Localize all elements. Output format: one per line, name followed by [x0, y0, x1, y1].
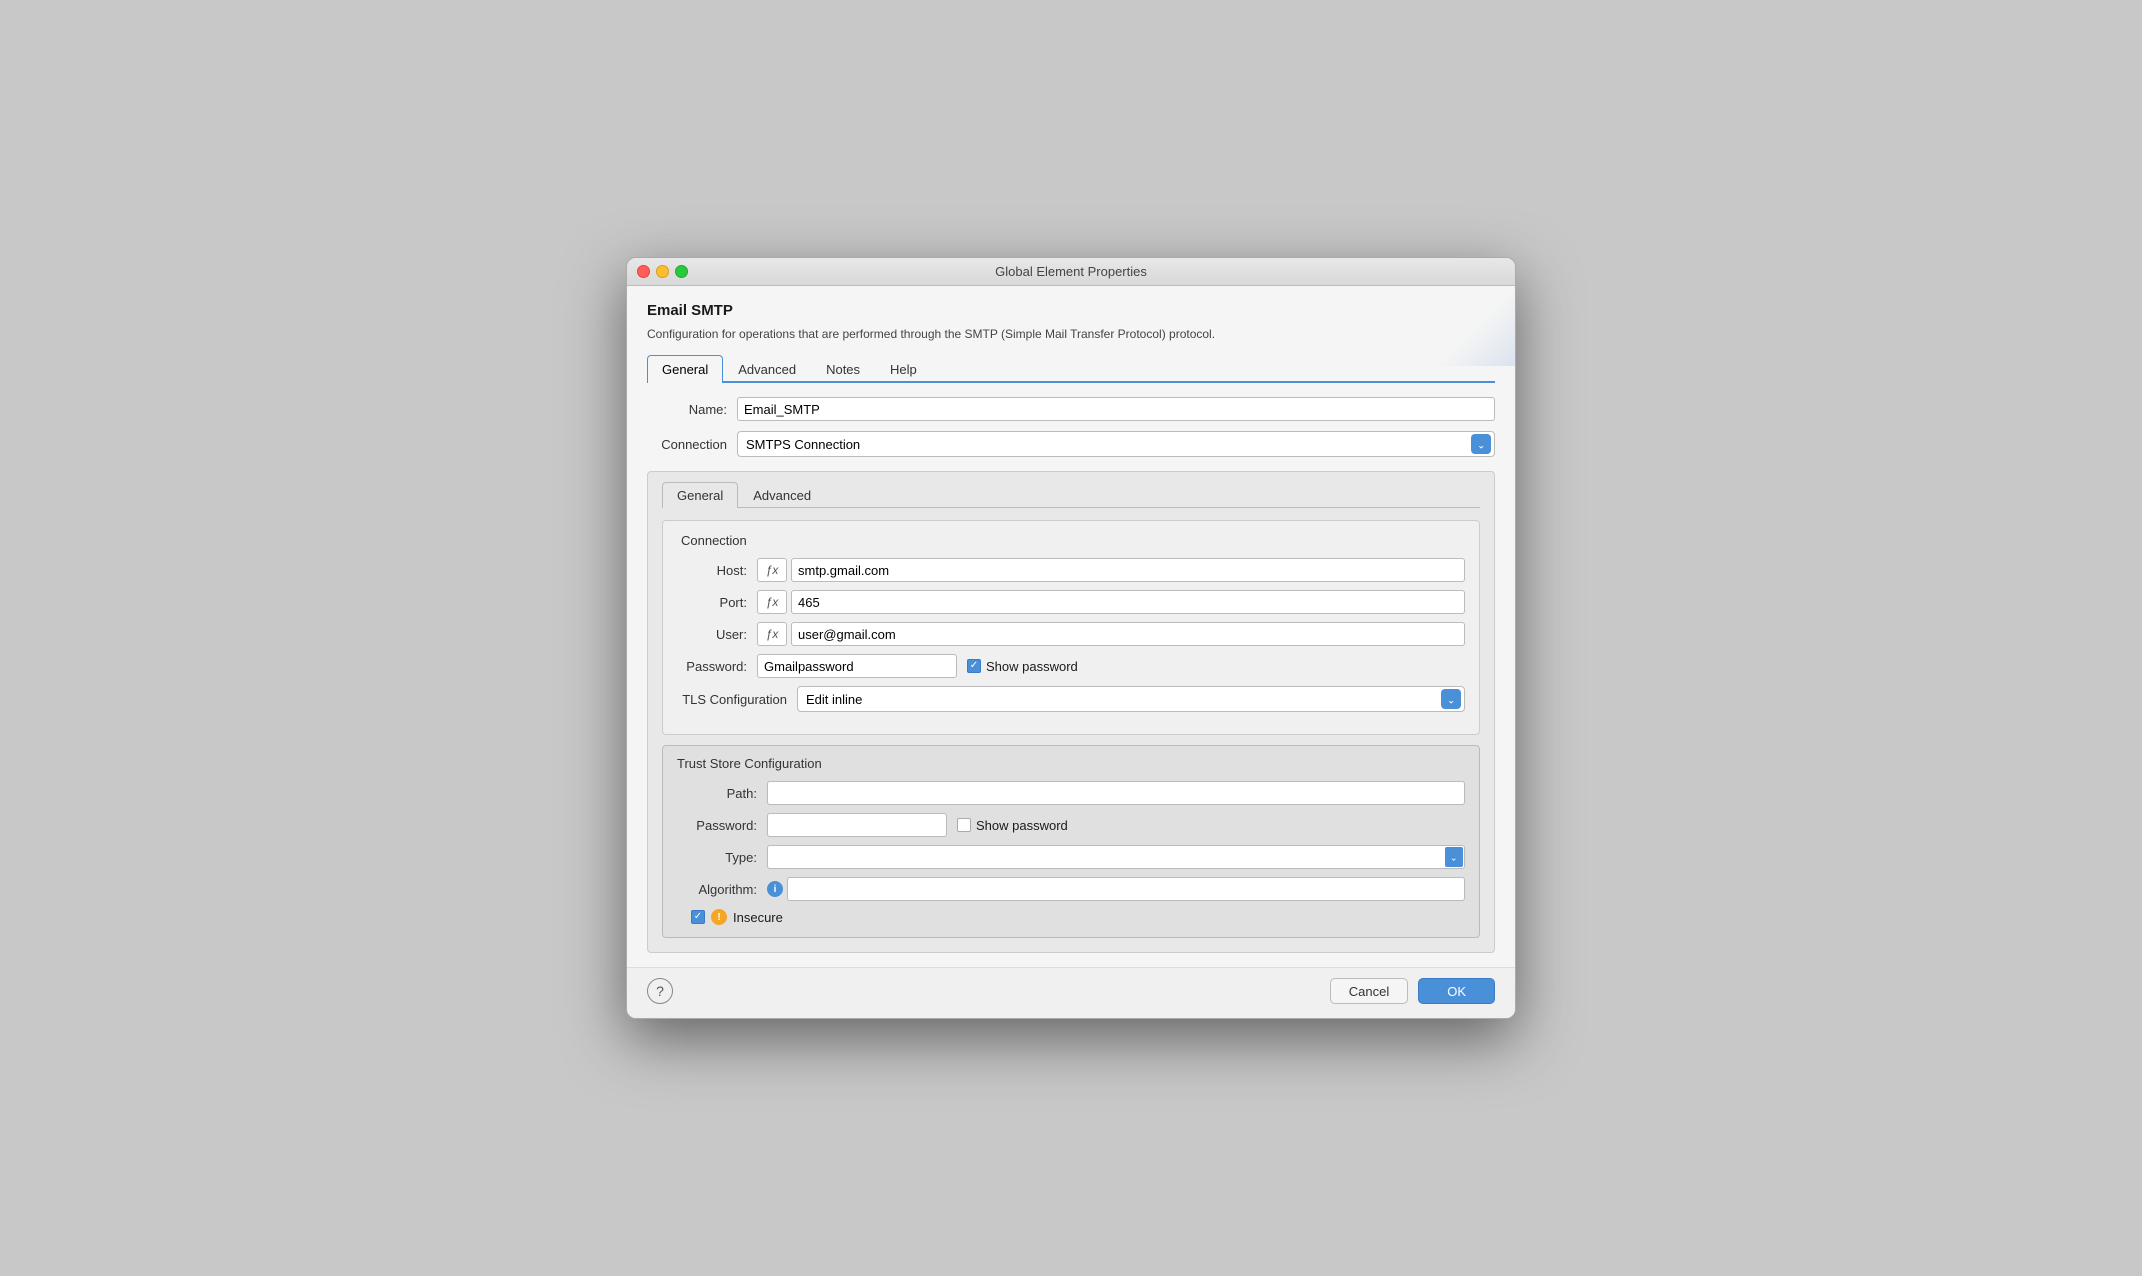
connection-row: Connection SMTPS Connection [647, 431, 1495, 457]
ts-algo-label: Algorithm: [677, 882, 767, 897]
ts-type-select[interactable] [767, 845, 1465, 869]
user-input[interactable] [791, 622, 1465, 646]
ts-password-label: Password: [677, 818, 767, 833]
ts-type-select-wrapper [767, 845, 1465, 869]
inner-tabs: General Advanced [662, 482, 1480, 508]
tab-outer-general[interactable]: General [647, 355, 723, 383]
user-fx-button[interactable]: ƒx [757, 622, 787, 646]
ts-path-input[interactable] [767, 781, 1465, 805]
minimize-button[interactable] [656, 265, 669, 278]
app-title: Email SMTP [647, 302, 1495, 319]
password-row: Password: Show password [677, 654, 1465, 678]
ts-show-password-checkbox[interactable] [957, 818, 971, 832]
tab-inner-general[interactable]: General [662, 482, 738, 508]
ts-password-row: Password: Show password [677, 813, 1465, 837]
port-row: Port: ƒx [677, 590, 1465, 614]
warning-icon: ! [711, 909, 727, 925]
port-label: Port: [677, 595, 757, 610]
outer-tabs: General Advanced Notes Help [647, 355, 1495, 383]
host-row: Host: ƒx [677, 558, 1465, 582]
port-input[interactable] [791, 590, 1465, 614]
footer: ? Cancel OK [627, 967, 1515, 1018]
show-password-label: Show password [986, 659, 1078, 674]
connection-section: Connection Host: ƒx Port: ƒx [662, 520, 1480, 735]
ts-show-password-label: Show password [976, 818, 1068, 833]
connection-label: Connection [647, 437, 737, 452]
algo-info-icon: i [767, 881, 783, 897]
tls-select[interactable]: Edit inline [797, 686, 1465, 712]
insecure-label: Insecure [733, 910, 783, 925]
show-password-wrapper: Show password [967, 659, 1078, 674]
ts-path-label: Path: [677, 786, 767, 801]
name-input[interactable] [737, 397, 1495, 421]
tab-outer-advanced[interactable]: Advanced [723, 355, 811, 383]
host-label: Host: [677, 563, 757, 578]
ts-path-row: Path: [677, 781, 1465, 805]
name-label: Name: [647, 402, 737, 417]
ts-type-row: Type: [677, 845, 1465, 869]
host-input[interactable] [791, 558, 1465, 582]
insecure-row: ! Insecure [677, 909, 1465, 925]
window-title: Global Element Properties [995, 264, 1147, 279]
trust-store-title: Trust Store Configuration [677, 756, 1465, 771]
tab-inner-advanced[interactable]: Advanced [738, 482, 826, 508]
ts-password-input[interactable] [767, 813, 947, 837]
user-row: User: ƒx [677, 622, 1465, 646]
dialog-window: Global Element Properties Email SMTP Con… [626, 257, 1516, 1019]
tls-row: TLS Configuration Edit inline [677, 686, 1465, 712]
tls-select-wrapper: Edit inline [797, 686, 1465, 712]
ts-algo-input[interactable] [787, 877, 1465, 901]
help-button[interactable]: ? [647, 978, 673, 1004]
ts-show-password-wrapper: Show password [957, 818, 1068, 833]
show-password-checkbox[interactable] [967, 659, 981, 673]
close-button[interactable] [637, 265, 650, 278]
tab-outer-notes[interactable]: Notes [811, 355, 875, 383]
password-input[interactable] [757, 654, 957, 678]
connection-select-wrapper: SMTPS Connection [737, 431, 1495, 457]
decorative-corner [1395, 286, 1515, 366]
ts-algo-row: Algorithm: i [677, 877, 1465, 901]
footer-actions: Cancel OK [1330, 978, 1495, 1004]
port-fx-button[interactable]: ƒx [757, 590, 787, 614]
trust-store-panel: Trust Store Configuration Path: Password… [662, 745, 1480, 938]
tab-outer-help[interactable]: Help [875, 355, 932, 383]
insecure-checkbox[interactable] [691, 910, 705, 924]
titlebar: Global Element Properties [627, 258, 1515, 286]
app-description: Configuration for operations that are pe… [647, 325, 1367, 343]
ts-type-label: Type: [677, 850, 767, 865]
cancel-button[interactable]: Cancel [1330, 978, 1408, 1004]
name-row: Name: [647, 397, 1495, 421]
ok-button[interactable]: OK [1418, 978, 1495, 1004]
header-area: Email SMTP Configuration for operations … [627, 286, 1515, 967]
host-fx-button[interactable]: ƒx [757, 558, 787, 582]
tls-label: TLS Configuration [677, 692, 797, 707]
connection-select[interactable]: SMTPS Connection [737, 431, 1495, 457]
password-label: Password: [677, 659, 757, 674]
traffic-lights [637, 265, 688, 278]
inner-panel: General Advanced Connection Host: ƒx [647, 471, 1495, 953]
user-label: User: [677, 627, 757, 642]
connection-section-title: Connection [677, 533, 1465, 548]
maximize-button[interactable] [675, 265, 688, 278]
